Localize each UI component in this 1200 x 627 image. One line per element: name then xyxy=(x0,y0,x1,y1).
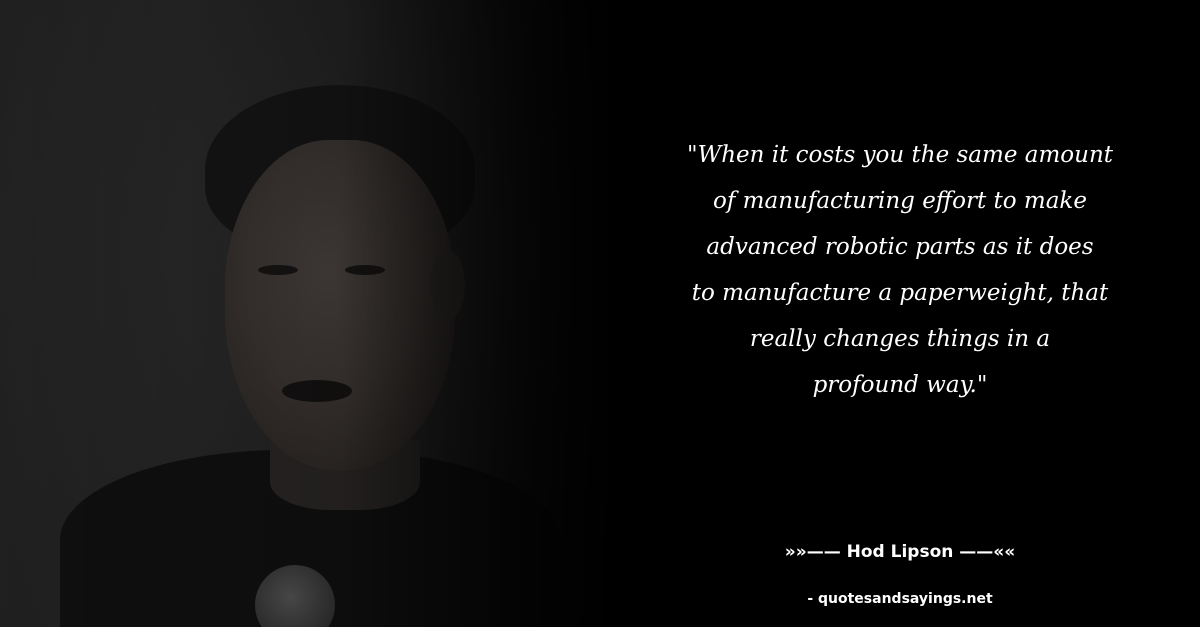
quote-line: "When it costs you the same amount xyxy=(687,142,1113,168)
quote-line: of manufacturing effort to make xyxy=(713,188,1087,214)
quote-line: advanced robotic parts as it does xyxy=(706,234,1094,260)
quote-card: "When it costs you the same amount of ma… xyxy=(0,0,1200,627)
quote-line: to manufacture a paperweight, that xyxy=(691,280,1109,306)
quote-line: really changes things in a xyxy=(749,326,1051,352)
quote-text: "When it costs you the same amount of ma… xyxy=(640,132,1160,408)
quote-line: profound way." xyxy=(812,372,988,398)
speaker-photo xyxy=(0,0,620,627)
photo-fade-overlay xyxy=(0,0,620,627)
quote-source-link[interactable]: - quotesandsayings.net xyxy=(640,591,1160,607)
quote-author: »»—— Hod Lipson ——«« xyxy=(784,542,1016,562)
